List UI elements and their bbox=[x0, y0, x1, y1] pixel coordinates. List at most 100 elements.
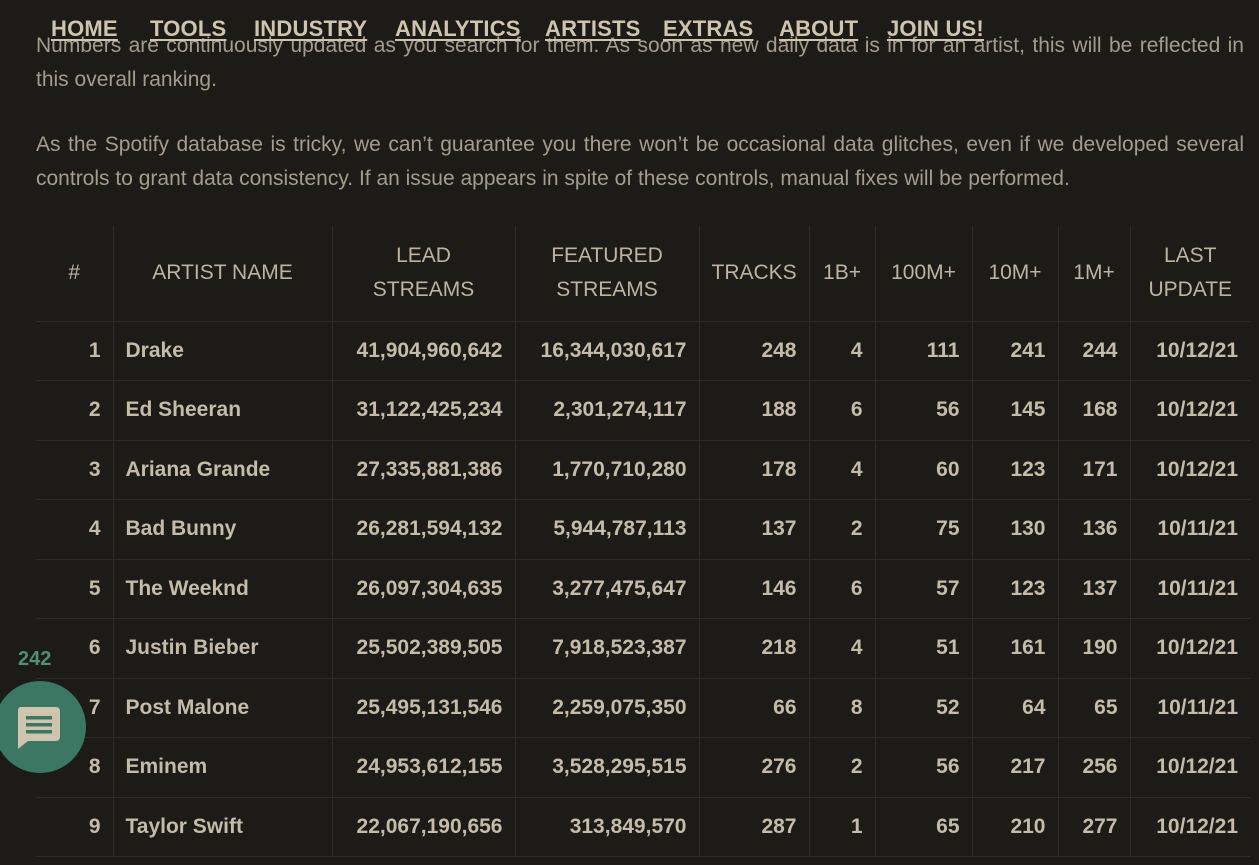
cell-100m-plus: 56 bbox=[875, 380, 973, 441]
cell-100m-plus: 65 bbox=[875, 797, 973, 857]
cell-last-update: 10/12/21 bbox=[1130, 321, 1250, 381]
cell-featured-streams: 313,849,570 bbox=[515, 797, 700, 857]
cell-1b-plus: 8 bbox=[809, 678, 876, 738]
nav-analytics[interactable]: ANALYTICS bbox=[395, 16, 521, 42]
cell-tracks: 276 bbox=[699, 737, 810, 798]
nav-artists[interactable]: ARTISTS bbox=[545, 16, 641, 42]
column-header-featured-streams[interactable]: FEATURED STREAMS bbox=[515, 226, 700, 322]
cell-tracks: 248 bbox=[699, 321, 810, 381]
column-header-10m-plus[interactable]: 10M+ bbox=[972, 226, 1059, 322]
cell-tracks: 146 bbox=[699, 559, 810, 619]
nav-join-us[interactable]: JOIN US! bbox=[887, 16, 984, 42]
cell-last-update: 10/11/21 bbox=[1130, 559, 1250, 619]
column-header-1m-plus[interactable]: 1M+ bbox=[1058, 226, 1131, 322]
table-row: 9 Taylor Swift 22,067,190,656 313,849,570 28… bbox=[36, 797, 1250, 857]
cell-last-update: 10/11/21 bbox=[1130, 678, 1250, 738]
cell-tracks: 66 bbox=[699, 678, 810, 738]
table-row: 6 Justin Bieber 25,502,389,505 7,918,523,38… bbox=[36, 618, 1250, 679]
nav-tools[interactable]: TOOLS bbox=[150, 16, 226, 42]
page: Numbers are continuously updated as you … bbox=[0, 0, 1259, 865]
cell-1b-plus: 1 bbox=[809, 797, 876, 857]
cell-100m-plus: 52 bbox=[875, 678, 973, 738]
nav-extras[interactable]: EXTRAS bbox=[663, 16, 753, 42]
cell-rank: 5 bbox=[36, 559, 114, 619]
top-nav: HOME TOOLS INDUSTRY ANALYTICS ARTISTS EX… bbox=[0, 0, 1259, 56]
artist-ranking-table: # ARTIST NAME LEAD STREAMS FEATURED STREAMS TR… bbox=[36, 226, 1250, 857]
cell-rank: 9 bbox=[36, 797, 114, 857]
cell-1b-plus: 6 bbox=[809, 380, 876, 441]
cell-artist-name[interactable]: Justin Bieber bbox=[113, 618, 333, 679]
cell-rank: 4 bbox=[36, 499, 114, 560]
cell-last-update: 10/11/21 bbox=[1130, 499, 1250, 560]
cell-1m-plus: 244 bbox=[1058, 321, 1131, 381]
cell-10m-plus: 161 bbox=[972, 618, 1059, 679]
cell-1b-plus: 4 bbox=[809, 321, 876, 381]
cell-10m-plus: 210 bbox=[972, 797, 1059, 857]
column-header-1b-plus[interactable]: 1B+ bbox=[809, 226, 876, 322]
cell-artist-name[interactable]: Ed Sheeran bbox=[113, 380, 333, 441]
cell-artist-name[interactable]: Ariana Grande bbox=[113, 440, 333, 500]
table-row: 5 The Weeknd 26,097,304,635 3,277,475,647 14… bbox=[36, 559, 1250, 619]
nav-industry[interactable]: INDUSTRY bbox=[254, 16, 367, 42]
cell-10m-plus: 145 bbox=[972, 380, 1059, 441]
cell-100m-plus: 111 bbox=[875, 321, 973, 381]
cell-lead-streams: 25,495,131,546 bbox=[332, 678, 516, 738]
cell-featured-streams: 1,770,710,280 bbox=[515, 440, 700, 500]
cell-1b-plus: 4 bbox=[809, 618, 876, 679]
cell-1m-plus: 256 bbox=[1058, 737, 1131, 798]
table-row: 7 Post Malone 25,495,131,546 2,259,075,350 6… bbox=[36, 678, 1250, 738]
column-header-lead-streams[interactable]: LEAD STREAMS bbox=[332, 226, 516, 322]
cell-1m-plus: 168 bbox=[1058, 380, 1131, 441]
cell-featured-streams: 7,918,523,387 bbox=[515, 618, 700, 679]
cell-featured-streams: 16,344,030,617 bbox=[515, 321, 700, 381]
cell-lead-streams: 24,953,612,155 bbox=[332, 737, 516, 798]
cell-artist-name[interactable]: Taylor Swift bbox=[113, 797, 333, 857]
table-row: 2 Ed Sheeran 31,122,425,234 2,301,274,117 18… bbox=[36, 380, 1250, 441]
table-header: # ARTIST NAME LEAD STREAMS FEATURED STREAMS TR… bbox=[36, 226, 1250, 322]
cell-lead-streams: 22,067,190,656 bbox=[332, 797, 516, 857]
cell-1m-plus: 171 bbox=[1058, 440, 1131, 500]
column-header-artist-name[interactable]: ARTIST NAME bbox=[113, 226, 333, 322]
cell-rank: 2 bbox=[36, 380, 114, 441]
nav-about[interactable]: ABOUT bbox=[779, 16, 858, 42]
cell-10m-plus: 130 bbox=[972, 499, 1059, 560]
cell-1m-plus: 65 bbox=[1058, 678, 1131, 738]
column-header-tracks[interactable]: TRACKS bbox=[699, 226, 810, 322]
cell-100m-plus: 51 bbox=[875, 618, 973, 679]
cell-rank: 3 bbox=[36, 440, 114, 500]
cell-lead-streams: 25,502,389,505 bbox=[332, 618, 516, 679]
cell-featured-streams: 3,528,295,515 bbox=[515, 737, 700, 798]
cell-1b-plus: 4 bbox=[809, 440, 876, 500]
intro-paragraph-2: As the Spotify database is tricky, we ca… bbox=[36, 133, 1244, 190]
cell-artist-name[interactable]: Bad Bunny bbox=[113, 499, 333, 560]
cell-10m-plus: 241 bbox=[972, 321, 1059, 381]
cell-tracks: 178 bbox=[699, 440, 810, 500]
nav-home[interactable]: HOME bbox=[51, 16, 118, 42]
column-header-rank[interactable]: # bbox=[36, 226, 114, 322]
cell-artist-name[interactable]: The Weeknd bbox=[113, 559, 333, 619]
cell-10m-plus: 123 bbox=[972, 440, 1059, 500]
cell-100m-plus: 75 bbox=[875, 499, 973, 560]
cell-featured-streams: 2,259,075,350 bbox=[515, 678, 700, 738]
cell-featured-streams: 5,944,787,113 bbox=[515, 499, 700, 560]
cell-rank: 1 bbox=[36, 321, 114, 381]
cell-featured-streams: 2,301,274,117 bbox=[515, 380, 700, 441]
header-row: # ARTIST NAME LEAD STREAMS FEATURED STREAMS TR… bbox=[36, 226, 1250, 322]
cell-artist-name[interactable]: Post Malone bbox=[113, 678, 333, 738]
table-row: 8 Eminem 24,953,612,155 3,528,295,515 276 2 56… bbox=[36, 737, 1250, 798]
cell-last-update: 10/12/21 bbox=[1130, 797, 1250, 857]
cell-artist-name[interactable]: Eminem bbox=[113, 737, 333, 798]
column-header-100m-plus[interactable]: 100M+ bbox=[875, 226, 973, 322]
column-header-last-update[interactable]: LAST UPDATE bbox=[1130, 226, 1250, 322]
cell-100m-plus: 57 bbox=[875, 559, 973, 619]
cell-tracks: 287 bbox=[699, 797, 810, 857]
cell-10m-plus: 217 bbox=[972, 737, 1059, 798]
cell-lead-streams: 31,122,425,234 bbox=[332, 380, 516, 441]
cell-10m-plus: 123 bbox=[972, 559, 1059, 619]
cell-last-update: 10/12/21 bbox=[1130, 440, 1250, 500]
cell-artist-name[interactable]: Drake bbox=[113, 321, 333, 381]
cell-1m-plus: 137 bbox=[1058, 559, 1131, 619]
cell-1b-plus: 6 bbox=[809, 559, 876, 619]
table-row: 3 Ariana Grande 27,335,881,386 1,770,710,28… bbox=[36, 440, 1250, 500]
cell-lead-streams: 26,097,304,635 bbox=[332, 559, 516, 619]
